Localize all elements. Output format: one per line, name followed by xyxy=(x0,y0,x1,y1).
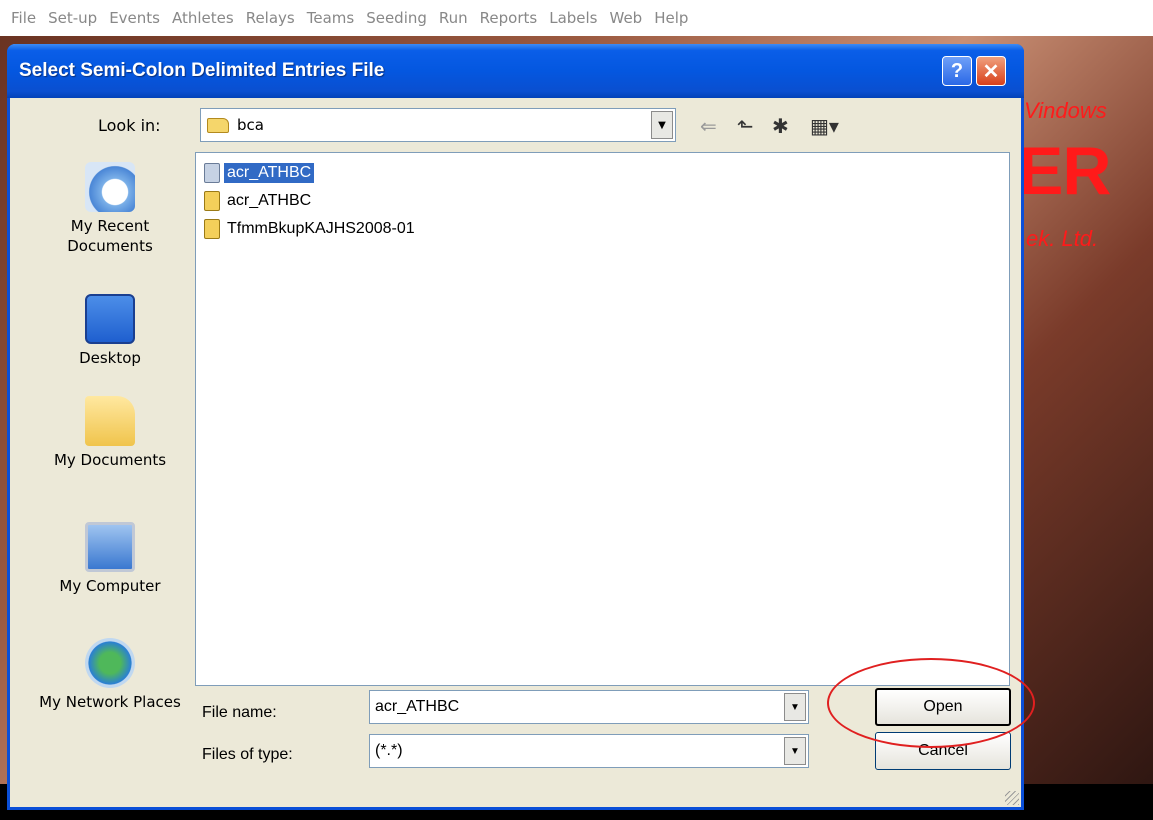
file-item-name: acr_ATHBC xyxy=(227,192,312,209)
dialog-title: Select Semi-Colon Delimited Entries File xyxy=(19,60,385,81)
brand-text-company: ek. Ltd. xyxy=(1026,226,1099,251)
desktop-icon xyxy=(85,294,135,344)
menu-web[interactable]: Web xyxy=(604,9,649,27)
network-places-icon xyxy=(85,638,135,688)
place-label: Desktop xyxy=(79,349,141,367)
menu-labels[interactable]: Labels xyxy=(543,9,603,27)
place-label: My Computer xyxy=(59,577,161,595)
chevron-down-icon[interactable]: ▼ xyxy=(784,737,806,765)
recent-documents-icon xyxy=(85,162,135,212)
menu-athletes[interactable]: Athletes xyxy=(166,9,240,27)
place-desktop[interactable]: Desktop xyxy=(30,294,190,368)
menu-run[interactable]: Run xyxy=(433,9,474,27)
close-button[interactable]: ✕ xyxy=(976,56,1006,86)
menu-file[interactable]: File xyxy=(5,9,42,27)
place-my-recent-documents[interactable]: My Recent Documents xyxy=(30,162,190,256)
filetype-value: (*.*) xyxy=(375,742,403,759)
my-computer-icon xyxy=(85,522,135,572)
folder-icon xyxy=(207,117,229,133)
back-arrow-icon[interactable]: ⇐ xyxy=(700,114,717,138)
lookin-value: bca xyxy=(237,116,264,134)
filename-label: File name: xyxy=(202,704,277,721)
menu-help[interactable]: Help xyxy=(648,9,694,27)
new-folder-icon[interactable]: ✱ xyxy=(772,114,789,138)
zip-folder-icon xyxy=(204,219,220,239)
zip-folder-icon xyxy=(204,191,220,211)
filename-value: acr_ATHBC xyxy=(375,698,460,715)
menu-teams[interactable]: Teams xyxy=(301,9,360,27)
chevron-down-icon[interactable]: ▼ xyxy=(784,693,806,721)
place-my-documents[interactable]: My Documents xyxy=(30,396,190,470)
place-label: My Documents xyxy=(53,451,167,469)
file-list[interactable]: acr_ATHBC acr_ATHBC TfmmBkupKAJHS2008-01 xyxy=(195,152,1010,686)
file-item-name: TfmmBkupKAJHS2008-01 xyxy=(227,220,415,237)
lookin-dropdown[interactable]: bca ▼ xyxy=(200,108,676,142)
annotation-circle xyxy=(827,658,1035,748)
file-item[interactable]: acr_ATHBC xyxy=(204,189,314,213)
filename-input[interactable]: acr_ATHBC ▼ xyxy=(369,690,809,724)
menu-reports[interactable]: Reports xyxy=(474,9,544,27)
place-label: My Network Places xyxy=(39,693,181,711)
chevron-down-icon[interactable]: ▼ xyxy=(651,111,673,139)
app-menubar: File Set-up Events Athletes Relays Teams… xyxy=(0,0,1153,36)
place-my-network-places[interactable]: My Network Places xyxy=(30,638,190,712)
brand-text-large: ER xyxy=(1018,133,1111,209)
brand-text-windows: Vindows xyxy=(1024,98,1107,123)
filetype-label: Files of type: xyxy=(202,746,293,763)
my-documents-icon xyxy=(85,396,135,446)
menu-seeding[interactable]: Seeding xyxy=(360,9,433,27)
menu-setup[interactable]: Set-up xyxy=(42,9,103,27)
lookin-label: Look in: xyxy=(98,116,161,135)
file-item-name: acr_ATHBC xyxy=(224,163,315,183)
up-folder-icon[interactable]: ⬑ xyxy=(737,114,754,138)
text-document-icon xyxy=(204,163,220,183)
menu-relays[interactable]: Relays xyxy=(240,9,301,27)
file-item[interactable]: acr_ATHBC xyxy=(204,161,315,185)
dialog-titlebar[interactable]: Select Semi-Colon Delimited Entries File… xyxy=(7,44,1024,98)
filetype-dropdown[interactable]: (*.*) ▼ xyxy=(369,734,809,768)
file-item[interactable]: TfmmBkupKAJHS2008-01 xyxy=(204,217,418,241)
view-menu-icon[interactable]: ▦▾ xyxy=(810,114,839,138)
place-my-computer[interactable]: My Computer xyxy=(30,522,190,596)
menu-events[interactable]: Events xyxy=(103,9,166,27)
resize-grip-icon[interactable] xyxy=(1005,791,1019,805)
place-label: My Recent Documents xyxy=(67,217,153,255)
help-button[interactable]: ? xyxy=(942,56,972,86)
